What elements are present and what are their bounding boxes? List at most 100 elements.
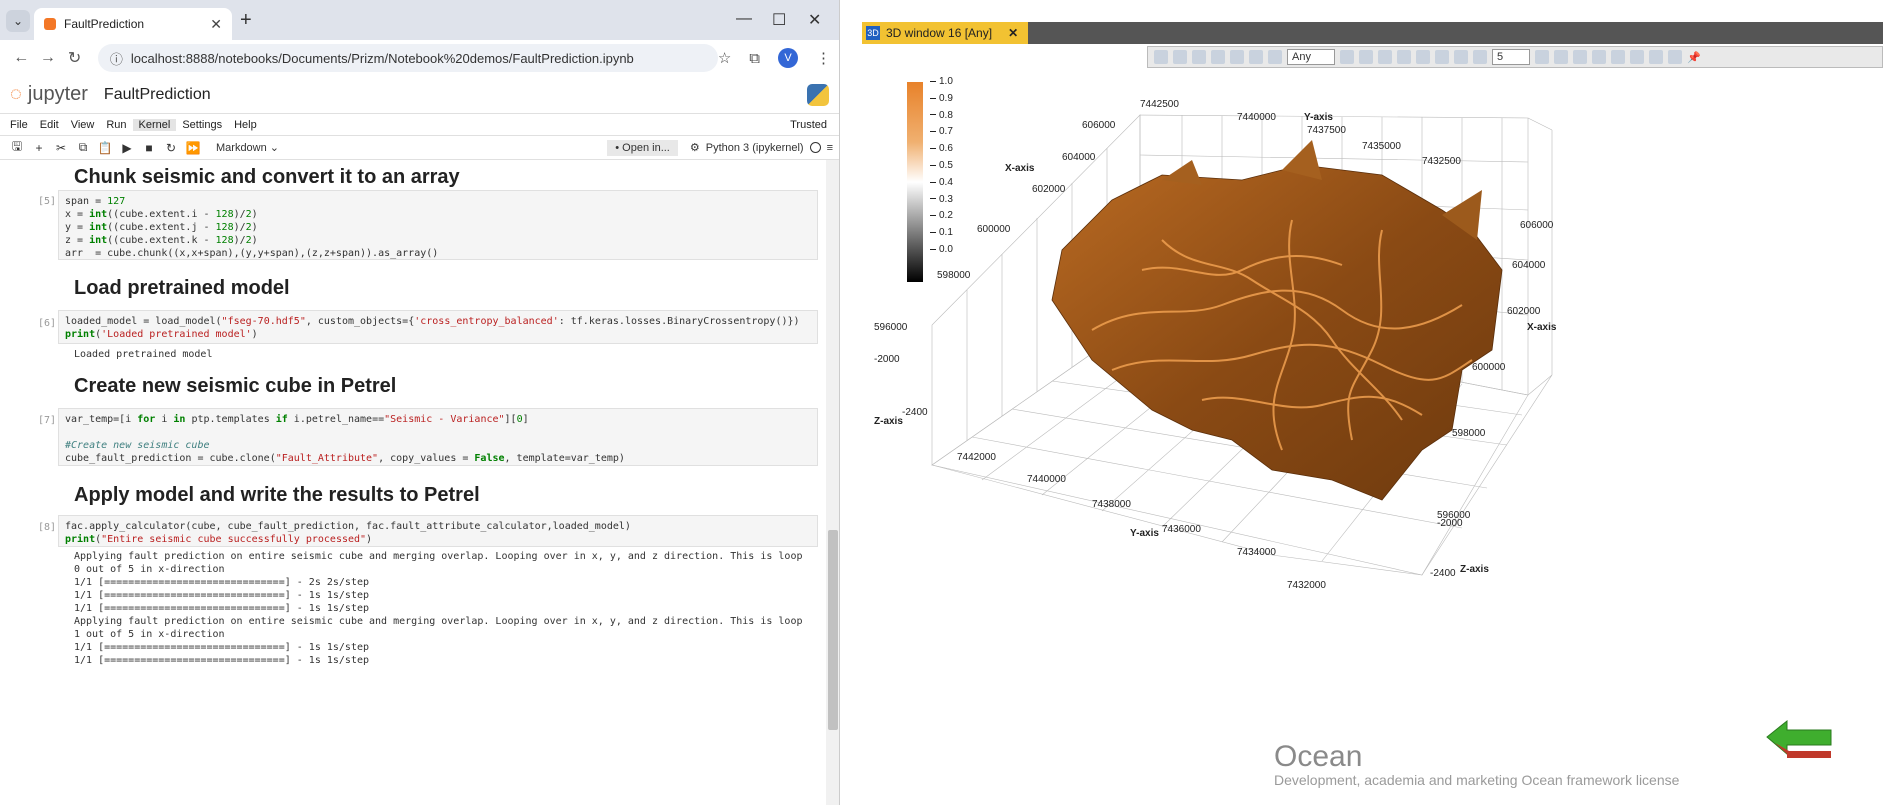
forward-button[interactable]: → bbox=[35, 49, 62, 67]
x-axis-tick-label: 598000 bbox=[1452, 428, 1486, 439]
cell-output-line: 1/1 [==============================] - 1… bbox=[74, 590, 370, 601]
jupyter-header: ◌ jupyter FaultPrediction bbox=[0, 76, 839, 114]
maximize-button[interactable]: ☐ bbox=[772, 10, 786, 30]
extensions-icon[interactable]: ⧉ bbox=[749, 50, 760, 67]
navigation-arrow-icon[interactable] bbox=[1765, 717, 1835, 759]
code-cell[interactable]: span = 127 x = int((cube.extent.i - 128)… bbox=[58, 190, 818, 260]
menu-edit[interactable]: Edit bbox=[34, 119, 65, 131]
cell-type-select[interactable]: Markdown ⌄ bbox=[216, 141, 279, 154]
camera-icon[interactable] bbox=[1435, 50, 1449, 64]
y-axis-tick-label: 7440000 bbox=[1027, 474, 1066, 485]
menu-settings[interactable]: Settings bbox=[176, 119, 228, 131]
y-axis-tick-label: 7442500 bbox=[1140, 99, 1179, 110]
restart-icon[interactable]: ↻ bbox=[160, 141, 182, 155]
markdown-heading: Chunk seismic and convert it to an array bbox=[74, 166, 460, 188]
help-icon[interactable] bbox=[1668, 50, 1682, 64]
y-axis-name: Y-axis bbox=[1304, 112, 1333, 123]
reload-button[interactable]: ↻ bbox=[61, 48, 88, 68]
pin-icon[interactable]: 📌 bbox=[1687, 51, 1701, 64]
eraser-icon[interactable] bbox=[1211, 50, 1225, 64]
y-axis-tick-label: 7437500 bbox=[1307, 125, 1346, 136]
window-tab-bar: 3D 3D window 16 [Any] ✕ bbox=[862, 22, 1883, 44]
menu-icon[interactable]: ≡ bbox=[827, 142, 833, 154]
run-all-icon[interactable]: ⏩ bbox=[182, 141, 204, 155]
box-icon[interactable] bbox=[1454, 50, 1468, 64]
layers-icon[interactable] bbox=[1230, 50, 1244, 64]
open-in-button[interactable]: • Open in... bbox=[607, 139, 678, 156]
code-cell[interactable]: loaded_model = load_model("fseg-70.hdf5"… bbox=[58, 310, 818, 344]
menu-view[interactable]: View bbox=[65, 119, 101, 131]
x-axis-tick-label: 606000 bbox=[1082, 120, 1116, 131]
stop-icon[interactable]: ■ bbox=[138, 141, 160, 155]
grid-icon[interactable] bbox=[1630, 50, 1644, 64]
3d-viewport[interactable]: 7442500 7440000 7437500 7435000 7432500 Y-axi… bbox=[862, 70, 1883, 730]
new-tab-button[interactable]: + bbox=[240, 10, 252, 30]
code-cell[interactable]: fac.apply_calculator(cube, cube_fault_pr… bbox=[58, 515, 818, 547]
scrollbar-thumb[interactable] bbox=[828, 530, 838, 730]
menu-help[interactable]: Help bbox=[228, 119, 263, 131]
cell-output-line: 0 out of 5 in x-direction bbox=[74, 564, 225, 575]
notebook-toolbar: 🖫 + ✂ ⧉ 📋 ▶ ■ ↻ ⏩ Markdown ⌄ • Open in..… bbox=[0, 136, 839, 160]
kernel-status[interactable]: ⚙ Python 3 (ipykernel) ≡ bbox=[690, 141, 833, 155]
add-cell-icon[interactable]: + bbox=[28, 141, 50, 155]
view-icon[interactable] bbox=[1359, 50, 1373, 64]
pick-icon[interactable] bbox=[1268, 50, 1282, 64]
menu-bar: File Edit View Run Kernel Settings Help … bbox=[0, 114, 839, 136]
run-icon[interactable]: ▶ bbox=[116, 141, 138, 155]
browser-menu-icon[interactable]: ⋮ bbox=[816, 49, 831, 67]
rr-icon[interactable] bbox=[1249, 50, 1263, 64]
select-icon[interactable] bbox=[1154, 50, 1168, 64]
wireframe-icon[interactable] bbox=[1592, 50, 1606, 64]
cut-icon[interactable]: ✂ bbox=[50, 141, 72, 155]
cell-output-line: Applying fault prediction on entire seis… bbox=[74, 551, 803, 562]
jupyter-logo[interactable]: ◌ jupyter bbox=[10, 83, 88, 106]
menu-run[interactable]: Run bbox=[100, 119, 132, 131]
axis-icon[interactable] bbox=[1611, 50, 1625, 64]
save-icon[interactable]: 🖫 bbox=[6, 137, 28, 158]
x-axis-tick-label: 600000 bbox=[1472, 362, 1506, 373]
domain-select[interactable]: Any bbox=[1287, 49, 1335, 65]
globe-icon[interactable] bbox=[1397, 50, 1411, 64]
home-icon[interactable] bbox=[1340, 50, 1354, 64]
y-axis-tick-label: 7436000 bbox=[1162, 524, 1201, 535]
bookmark-star-icon[interactable]: ☆ bbox=[718, 49, 731, 67]
x-axis-name: X-axis bbox=[1527, 322, 1557, 333]
z-axis-tick-label: -2000 bbox=[1437, 518, 1463, 529]
minimize-button[interactable]: — bbox=[736, 10, 752, 28]
measure-icon[interactable] bbox=[1192, 50, 1206, 64]
window-tab[interactable]: 3D 3D window 16 [Any] ✕ bbox=[862, 22, 1029, 44]
menu-kernel[interactable]: Kernel bbox=[132, 118, 177, 131]
url-field[interactable]: ⓘ localhost:8888/notebooks/Documents/Pri… bbox=[97, 44, 718, 72]
light-icon[interactable] bbox=[1535, 50, 1549, 64]
notebook-scrollbar[interactable] bbox=[826, 160, 839, 805]
zscale-select[interactable]: 5 bbox=[1492, 49, 1530, 65]
pointer-icon[interactable] bbox=[1173, 50, 1187, 64]
markdown-heading: Apply model and write the results to Pet… bbox=[74, 484, 480, 506]
close-window-icon[interactable]: ✕ bbox=[1008, 26, 1018, 40]
frame-icon[interactable] bbox=[1378, 50, 1392, 64]
site-info-icon[interactable]: ⓘ bbox=[110, 49, 123, 68]
paste-icon[interactable]: 📋 bbox=[94, 141, 116, 155]
notebook-title[interactable]: FaultPrediction bbox=[104, 86, 211, 104]
copy-icon[interactable]: ⧉ bbox=[72, 140, 94, 155]
browser-tab[interactable]: FaultPrediction ✕ bbox=[34, 8, 232, 40]
tab-strip: ⌄ FaultPrediction ✕ + — ☐ ✕ bbox=[0, 0, 839, 40]
browser-window: ⌄ FaultPrediction ✕ + — ☐ ✕ ← → ↻ ⓘ loca… bbox=[0, 0, 840, 805]
y-axis-name: Y-axis bbox=[1130, 528, 1159, 539]
x-axis-tick-label: 606000 bbox=[1520, 220, 1554, 231]
avatar[interactable]: V bbox=[778, 48, 798, 68]
x-axis-tick-label: 602000 bbox=[1507, 306, 1541, 317]
close-tab-icon[interactable]: ✕ bbox=[210, 16, 222, 33]
tab-search-button[interactable]: ⌄ bbox=[6, 10, 30, 32]
close-window-button[interactable]: ✕ bbox=[808, 10, 821, 30]
sphere-icon[interactable] bbox=[1473, 50, 1487, 64]
cell-output-line: 1/1 [==============================] - 1… bbox=[74, 642, 370, 653]
back-button[interactable]: ← bbox=[8, 49, 35, 67]
code-cell[interactable]: var_temp=[i for i in ptp.templates if i.… bbox=[58, 408, 818, 466]
screen-icon[interactable] bbox=[1649, 50, 1663, 64]
shading-icon[interactable] bbox=[1554, 50, 1568, 64]
menu-file[interactable]: File bbox=[4, 119, 34, 131]
render-icon[interactable] bbox=[1573, 50, 1587, 64]
binoculars-icon[interactable] bbox=[1416, 50, 1430, 64]
trusted-indicator[interactable]: Trusted bbox=[784, 119, 835, 131]
